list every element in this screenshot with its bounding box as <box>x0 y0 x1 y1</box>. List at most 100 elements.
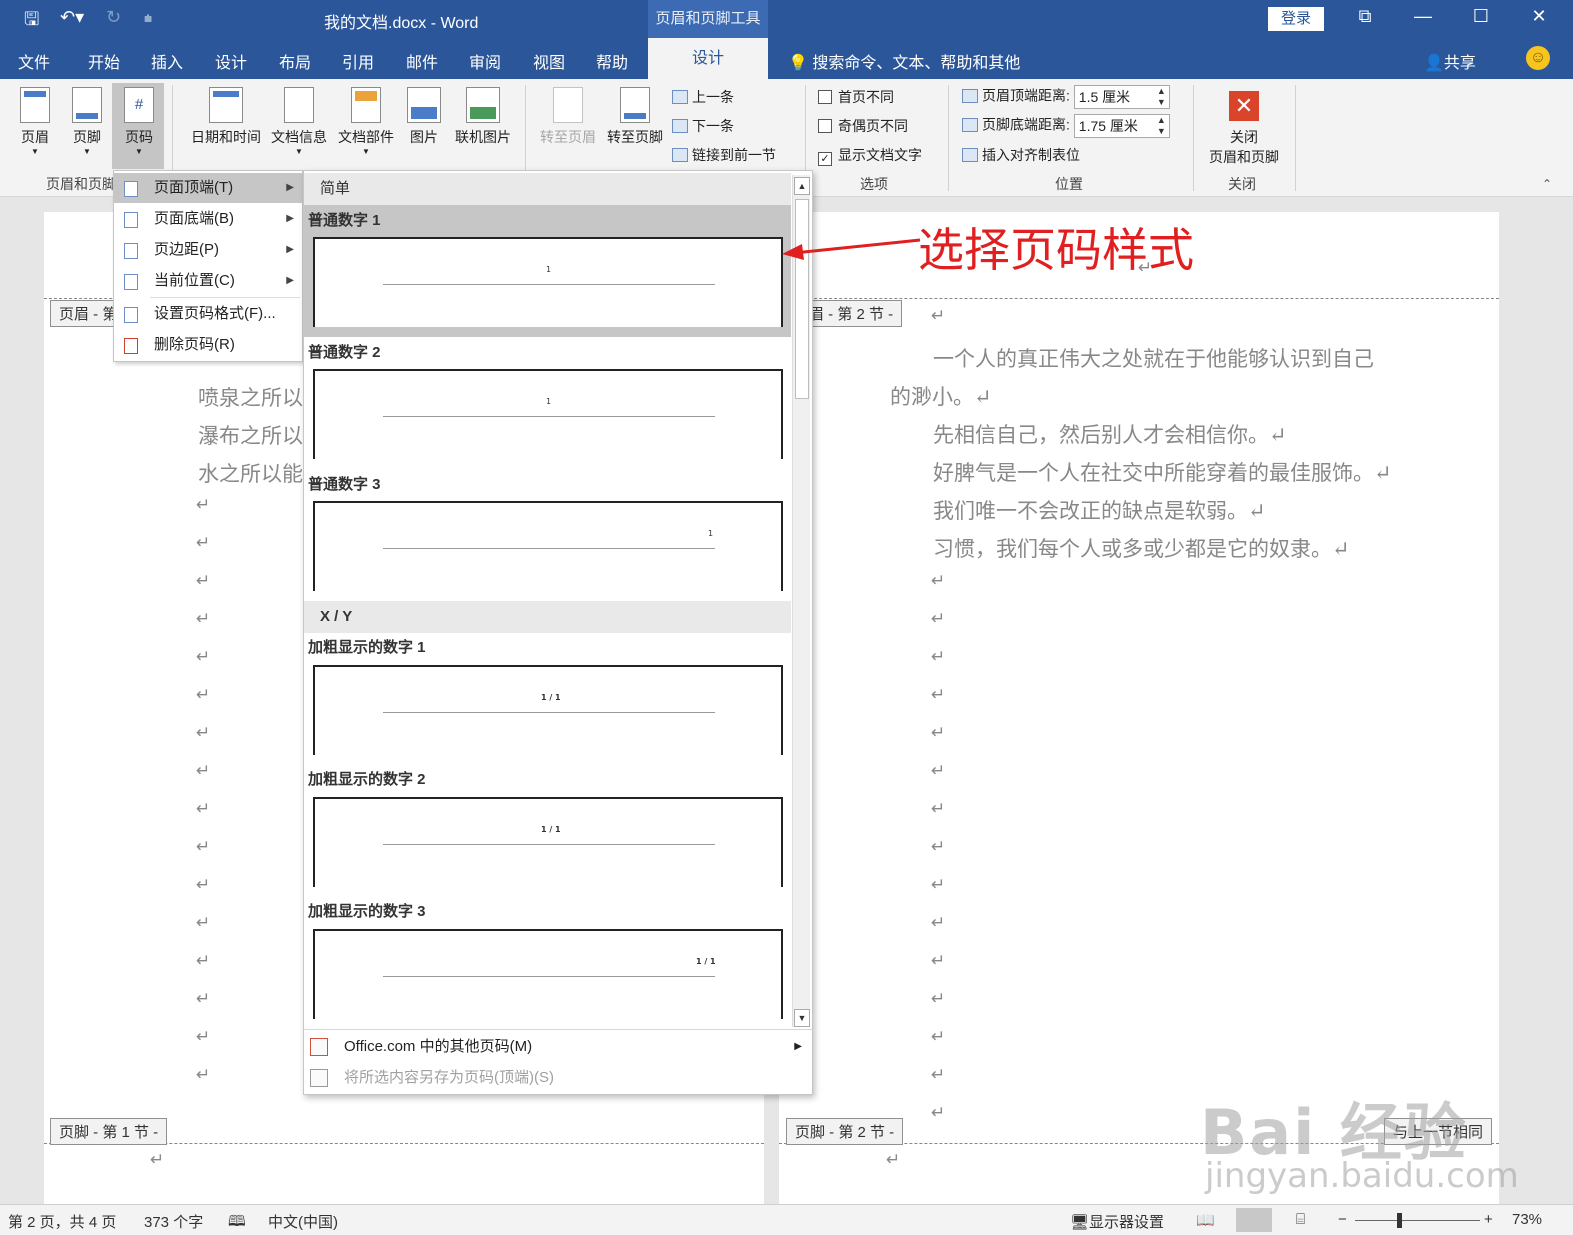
read-mode-icon[interactable]: 📖 <box>1196 1211 1215 1229</box>
page-count[interactable]: 第 2 页，共 4 页 <box>8 1211 116 1232</box>
page-number-label: 页码 <box>125 129 153 145</box>
tab-view[interactable]: 视图 <box>533 49 565 73</box>
gallery-item-bold-number-2[interactable]: 1 / 1 <box>313 797 783 887</box>
tab-review[interactable]: 审阅 <box>469 49 501 73</box>
remove-page-numbers-icon <box>124 338 138 354</box>
word-count[interactable]: 373 个字 <box>144 1211 203 1232</box>
return-mark: ↵ <box>931 989 946 1009</box>
menu-item-remove-page-numbers[interactable]: 删除页码(R) <box>114 330 302 360</box>
return-mark: ↵ <box>196 685 211 705</box>
menu-item-label: 页面顶端(T) <box>154 179 234 196</box>
menu-item-label: 页边距(P) <box>154 241 219 258</box>
submenu-arrow-icon: ▶ <box>794 1041 802 1052</box>
right-paragraph[interactable]: 先相信自己，然后别人才会相信你。↵ <box>933 419 1287 449</box>
share-button[interactable]: 👤共享 <box>1424 49 1476 73</box>
redo-icon[interactable]: ↻ <box>106 7 121 28</box>
gallery-item-title: 普通数字 3 <box>308 476 381 493</box>
gallery-item-bold-number-3[interactable]: 1 / 1 <box>313 929 783 1019</box>
save-icon[interactable]: 🖫 <box>24 7 39 37</box>
header-icon <box>20 87 50 123</box>
return-mark: ↵ <box>931 571 946 591</box>
return-mark: ↵ <box>931 799 946 819</box>
tab-hf-design[interactable]: 设计 <box>648 38 768 79</box>
return-mark: ↵ <box>931 951 946 971</box>
feedback-smiley-icon[interactable]: ☺ <box>1526 46 1550 70</box>
gallery-item-title: 加粗显示的数字 1 <box>308 639 426 656</box>
customize-qat-icon[interactable]: ⩧ <box>144 10 152 27</box>
save-selection-label: 将所选内容另存为页码(顶端)(S) <box>344 1069 554 1086</box>
tab-insert[interactable]: 插入 <box>151 49 183 73</box>
zoom-out-icon[interactable]: − <box>1338 1211 1347 1228</box>
display-settings[interactable]: 🖥显示器设置 <box>1070 1211 1164 1232</box>
menu-item-format-page-numbers[interactable]: 设置页码格式(F)... <box>114 299 302 329</box>
gallery-category-xy: X / Y <box>304 601 791 633</box>
thumb-page-number: 1 <box>708 529 714 538</box>
thumb-page-number: 1 / 1 <box>541 693 561 702</box>
left-paragraph[interactable]: 喷泉之所以 <box>198 382 303 412</box>
zoom-slider-thumb[interactable] <box>1397 1213 1402 1228</box>
return-mark: ↵ <box>196 913 211 933</box>
footer-button[interactable]: 页脚 ▼ <box>66 87 108 156</box>
scroll-down-icon[interactable]: ▼ <box>794 1009 810 1027</box>
menu-item-bottom-of-page[interactable]: 页面底端(B) ▶ <box>114 204 302 234</box>
return-mark: ↵ <box>931 837 946 857</box>
return-mark: ↵ <box>931 647 946 667</box>
tab-layout[interactable]: 布局 <box>279 49 311 73</box>
zoom-level[interactable]: 73% <box>1512 1211 1542 1228</box>
submenu-arrow-icon: ▶ <box>286 275 294 286</box>
gallery-item-plain-number-1[interactable]: 1 <box>313 237 783 327</box>
gallery-item-title: 普通数字 1 <box>308 212 381 229</box>
save-selection-as-page-number[interactable]: 将所选内容另存为页码(顶端)(S) <box>304 1062 812 1094</box>
tell-me-search[interactable]: 💡 搜索命令、文本、帮助和其他 <box>788 49 1020 73</box>
login-button[interactable]: 登录 <box>1268 7 1324 31</box>
gallery-item-plain-number-2[interactable]: 1 <box>313 369 783 459</box>
right-paragraph[interactable]: 好脾气是一个人在社交中所能穿着的最佳服饰。↵ <box>933 457 1392 487</box>
return-mark: ↵ <box>196 647 211 667</box>
monitor-icon: 🖥 <box>1070 1214 1090 1231</box>
right-paragraph[interactable]: 的渺小。↵ <box>890 381 992 411</box>
right-paragraph[interactable]: 我们唯一不会改正的缺点是软弱。↵ <box>933 495 1266 525</box>
language[interactable]: 中文(中国) <box>268 1211 338 1232</box>
undo-icon[interactable]: ↶▾ <box>60 7 84 28</box>
minimize-icon[interactable]: — <box>1408 6 1438 27</box>
zoom-slider-track[interactable] <box>1355 1220 1480 1221</box>
share-label: 共享 <box>1443 55 1476 72</box>
scroll-up-icon[interactable]: ▲ <box>794 177 810 195</box>
web-layout-icon[interactable]: ⌸ <box>1296 1211 1305 1228</box>
return-mark: ↵ <box>196 989 211 1009</box>
return-mark: ↵ <box>931 609 946 629</box>
print-layout-icon[interactable] <box>1236 1208 1272 1232</box>
thumb-page-number: 1 / 1 <box>696 957 716 966</box>
return-mark: ↵ <box>931 1027 946 1047</box>
page-number-button[interactable]: # 页码 ▼ <box>118 87 160 156</box>
tab-mailings[interactable]: 邮件 <box>406 49 438 73</box>
left-paragraph[interactable]: 水之所以能 <box>198 458 303 488</box>
proofing-icon[interactable]: 🕮 <box>228 1211 246 1235</box>
zoom-in-icon[interactable]: + <box>1484 1211 1493 1228</box>
close-window-icon[interactable]: ✕ <box>1524 6 1554 27</box>
maximize-icon[interactable]: ☐ <box>1466 6 1496 27</box>
left-footer-tag: 页脚 - 第 1 节 - <box>50 1118 168 1145</box>
menu-item-current-position[interactable]: 当前位置(C) ▶ <box>114 266 302 296</box>
gallery-item-title: 加粗显示的数字 2 <box>308 771 426 788</box>
right-paragraph[interactable]: 一个人的真正伟大之处就在于他能够认识到自己 <box>933 343 1374 373</box>
right-paragraph[interactable]: 习惯，我们每个人或多或少都是它的奴隶。↵ <box>933 533 1350 563</box>
menu-item-top-of-page[interactable]: 页面顶端(T) ▶ <box>114 173 302 203</box>
tab-home[interactable]: 开始 <box>88 49 120 73</box>
tab-references[interactable]: 引用 <box>342 49 374 73</box>
status-bar: 第 2 页，共 4 页 373 个字 🕮 中文(中国) 🖥显示器设置 📖 ⌸ −… <box>0 1204 1573 1235</box>
gallery-scrollbar[interactable]: ▲ ▼ <box>792 175 810 1027</box>
return-mark: ↵ <box>931 1103 946 1123</box>
tab-file[interactable]: 文件 <box>18 49 50 73</box>
gallery-item-bold-number-1[interactable]: 1 / 1 <box>313 665 783 755</box>
header-button[interactable]: 页眉 ▼ <box>14 87 56 156</box>
return-mark: ↵ <box>931 685 946 705</box>
tab-design[interactable]: 设计 <box>215 49 247 73</box>
gallery-item-plain-number-3[interactable]: 1 <box>313 501 783 591</box>
ribbon-display-icon[interactable]: ⧉ <box>1350 6 1380 27</box>
return-mark: ↵ <box>196 837 211 857</box>
more-page-numbers-office[interactable]: Office.com 中的其他页码(M) ▶ <box>304 1031 812 1063</box>
menu-item-page-margins[interactable]: 页边距(P) ▶ <box>114 235 302 265</box>
left-paragraph[interactable]: 瀑布之所以 <box>198 420 303 450</box>
tab-help[interactable]: 帮助 <box>596 49 628 73</box>
